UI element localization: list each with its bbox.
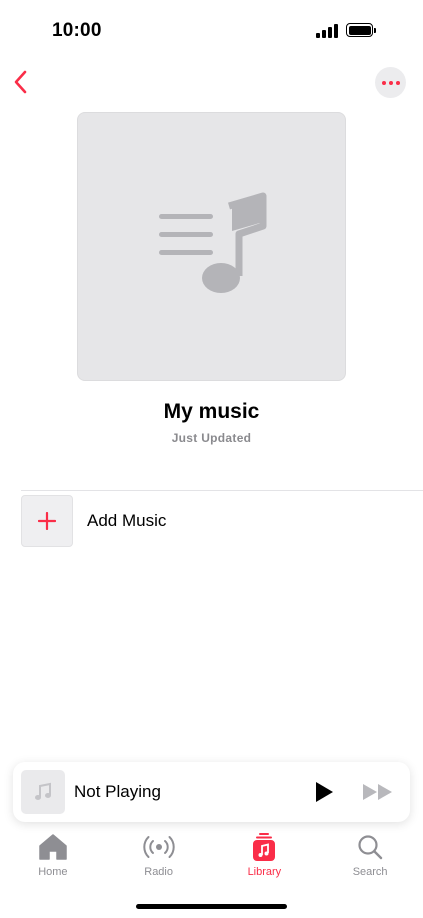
add-music-button[interactable]: Add Music <box>21 495 423 547</box>
divider <box>21 490 423 491</box>
back-button[interactable] <box>6 66 36 98</box>
library-icon <box>253 833 276 861</box>
playlist-artwork <box>77 112 346 381</box>
plus-icon <box>38 512 56 530</box>
tab-home[interactable]: Home <box>0 832 106 884</box>
search-icon <box>358 835 383 860</box>
mini-player[interactable]: Not Playing <box>13 762 410 822</box>
playlist-updated-status: Just Updated <box>171 431 252 445</box>
cellular-signal-icon <box>316 24 338 38</box>
radio-icon <box>142 836 175 858</box>
tab-home-label: Home <box>38 866 68 878</box>
battery-icon <box>346 23 376 37</box>
tab-library-label: Library <box>247 866 282 878</box>
tab-bar: Home Radio Library Search <box>0 832 423 884</box>
mini-player-artwork <box>21 770 65 814</box>
tab-radio[interactable]: Radio <box>106 832 212 884</box>
add-music-label: Add Music <box>87 511 167 530</box>
music-note-icon <box>35 782 51 800</box>
chevron-left-icon <box>14 70 27 94</box>
play-icon <box>316 782 333 802</box>
add-music-tile <box>21 495 73 547</box>
status-time: 10:00 <box>52 20 102 41</box>
home-icon <box>39 834 67 860</box>
status-bar: 10:00 <box>0 0 423 60</box>
tab-search-label: Search <box>352 866 388 878</box>
play-button[interactable] <box>311 779 337 805</box>
now-playing-title: Not Playing <box>74 782 161 801</box>
home-indicator <box>136 904 287 909</box>
tab-radio-label: Radio <box>144 866 173 878</box>
forward-icon <box>363 784 392 800</box>
more-options-button[interactable] <box>375 67 406 98</box>
music-note-list-icon <box>158 192 266 293</box>
tab-library[interactable]: Library <box>212 832 318 884</box>
playlist-title: My music <box>163 400 260 423</box>
ellipsis-icon <box>381 80 386 85</box>
tab-search[interactable]: Search <box>317 832 423 884</box>
forward-button[interactable] <box>361 779 395 805</box>
